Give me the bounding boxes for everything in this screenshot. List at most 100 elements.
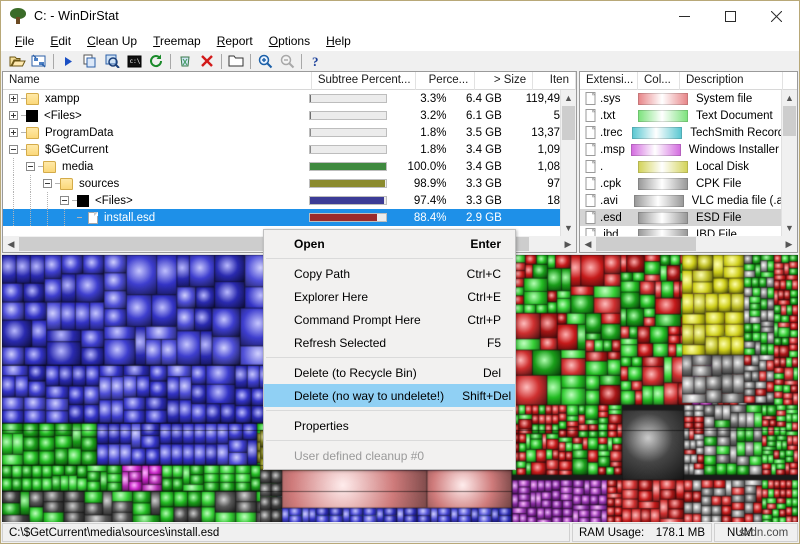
menu-item[interactable]: OpenEnter	[264, 232, 515, 255]
list-item[interactable]: .Local Disk	[580, 158, 783, 175]
expand-icon[interactable]	[9, 94, 18, 103]
ext-hscroll-thumb[interactable]	[596, 237, 696, 251]
expand-icon[interactable]	[9, 128, 18, 137]
menu-item[interactable]: Command Prompt HereCtrl+P	[264, 308, 515, 331]
explorer-here-icon[interactable]	[225, 52, 247, 71]
ext-vscroll-thumb[interactable]	[783, 106, 796, 136]
scroll-right-icon[interactable]: ▶	[560, 236, 576, 252]
refresh-icon[interactable]	[145, 52, 167, 71]
scroll-up-icon[interactable]: ▲	[782, 90, 797, 106]
zoom-out-icon[interactable]	[276, 52, 298, 71]
list-item[interactable]: .aviVLC media file (.avi)	[580, 192, 783, 209]
column-header-extension[interactable]: Extensi...	[580, 72, 638, 90]
extension-row-list[interactable]: .sysSystem file.txtText Document.trecTec…	[580, 90, 783, 236]
resume-play-icon[interactable]	[57, 52, 79, 71]
tree-name-cell[interactable]: ProgramData	[3, 124, 297, 141]
menu-item[interactable]: Refresh SelectedF5	[264, 331, 515, 354]
ext-hscroll-track[interactable]	[596, 236, 781, 252]
menu-item[interactable]: Delete (to Recycle Bin)Del	[264, 361, 515, 384]
size-cell: 3.5 GB	[453, 127, 508, 139]
menu-cleanup[interactable]: Clean Up	[79, 33, 145, 49]
expand-icon[interactable]	[9, 111, 18, 120]
tree-name-cell[interactable]: sources	[3, 175, 297, 192]
column-header-subtree[interactable]: Subtree Percent...	[312, 72, 417, 90]
recycle-bin-icon[interactable]	[174, 52, 196, 71]
context-menu[interactable]: OpenEnter Copy PathCtrl+CExplorer HereCtr…	[263, 229, 516, 470]
collapse-icon[interactable]	[60, 196, 69, 205]
table-row[interactable]: media100.0%3.4 GB1,08	[3, 158, 562, 175]
tree-name-cell[interactable]: <Files>	[3, 192, 297, 209]
table-row[interactable]: <Files>3.2%6.1 GB5	[3, 107, 562, 124]
delete-icon[interactable]	[196, 52, 218, 71]
tree-name-cell[interactable]: xampp	[3, 90, 297, 107]
collapse-icon[interactable]	[9, 145, 18, 154]
scroll-right-icon[interactable]: ▶	[781, 236, 797, 252]
scroll-left-icon[interactable]: ◀	[3, 236, 19, 252]
zoom-in-icon[interactable]	[254, 52, 276, 71]
scroll-down-icon[interactable]: ▼	[782, 220, 797, 236]
extension-label: .txt	[600, 110, 638, 122]
menu-separator	[266, 357, 513, 358]
status-bar: C:\$GetCurrent\media\sources\install.esd…	[1, 522, 799, 543]
list-item[interactable]: .txtText Document	[580, 107, 783, 124]
menu-report[interactable]: Report	[209, 33, 261, 49]
extension-vertical-scrollbar[interactable]: ▲ ▼	[781, 90, 797, 236]
table-row[interactable]: $GetCurrent1.8%3.4 GB1,09	[3, 141, 562, 158]
tree-name-cell[interactable]: media	[3, 158, 297, 175]
file-icon	[88, 212, 98, 224]
help-icon[interactable]: ?	[305, 52, 327, 71]
menu-options[interactable]: Options	[261, 33, 318, 49]
scroll-down-icon[interactable]: ▼	[561, 220, 576, 236]
command-prompt-icon[interactable]: c:\	[123, 52, 145, 71]
open-folder-icon[interactable]	[6, 52, 28, 71]
table-row[interactable]: sources98.9%3.3 GB97	[3, 175, 562, 192]
zoom-explorer-icon[interactable]	[101, 52, 123, 71]
collapse-icon[interactable]	[43, 179, 52, 188]
menu-item[interactable]: Explorer HereCtrl+E	[264, 285, 515, 308]
scroll-left-icon[interactable]: ◀	[580, 236, 596, 252]
tree-row-list[interactable]: xampp3.3%6.4 GB119,49<Files>3.2%6.1 GB5P…	[3, 90, 562, 236]
scroll-up-icon[interactable]: ▲	[561, 90, 576, 106]
select-drives-icon[interactable]	[28, 52, 50, 71]
collapse-icon[interactable]	[26, 162, 35, 171]
list-item[interactable]: .mspWindows Installer Patc	[580, 141, 783, 158]
menu-item[interactable]: Delete (no way to undelete!)Shift+Del	[264, 384, 515, 407]
tree-name-cell[interactable]: <Files>	[3, 107, 297, 124]
column-header-name[interactable]: Name	[3, 72, 312, 90]
tree-item-label: <Files>	[42, 110, 84, 122]
close-icon[interactable]	[753, 1, 799, 31]
list-item[interactable]: .cpkCPK File	[580, 175, 783, 192]
menu-edit[interactable]: Edit	[42, 33, 79, 49]
list-item[interactable]: .trecTechSmith Recording	[580, 124, 783, 141]
maximize-icon[interactable]	[707, 1, 753, 31]
extension-label: .esd	[600, 212, 638, 224]
list-item[interactable]: .ibdIBD File	[580, 226, 783, 236]
menu-item-accelerator: Shift+Del	[462, 389, 511, 403]
tree-vertical-scrollbar[interactable]: ▲ ▼	[560, 90, 576, 236]
copy-icon[interactable]	[79, 52, 101, 71]
column-header-items[interactable]: Iten	[533, 72, 576, 90]
column-header-color[interactable]: Col...	[638, 72, 680, 90]
table-row[interactable]: <Files>97.4%3.3 GB18	[3, 192, 562, 209]
minimize-icon[interactable]	[661, 1, 707, 31]
table-row[interactable]: ProgramData1.8%3.5 GB13,37	[3, 124, 562, 141]
list-item[interactable]: .esdESD File	[580, 209, 783, 226]
color-swatch	[632, 127, 682, 139]
tree-name-cell[interactable]: install.esd	[3, 209, 297, 226]
column-header-description[interactable]: Description	[680, 72, 783, 90]
menu-item[interactable]: Copy PathCtrl+C	[264, 262, 515, 285]
column-header-size[interactable]: > Size	[475, 72, 533, 90]
column-header-percent[interactable]: Perce...	[416, 72, 475, 90]
menu-file-rest: ile	[22, 34, 34, 48]
menu-item[interactable]: Properties	[264, 414, 515, 437]
extension-label: .cpk	[600, 178, 638, 190]
extension-horizontal-scrollbar[interactable]: ◀ ▶	[580, 236, 797, 252]
list-item[interactable]: .sysSystem file	[580, 90, 783, 107]
tree-vscroll-thumb[interactable]	[562, 106, 575, 140]
menu-help[interactable]: Help	[318, 33, 359, 49]
menu-treemap[interactable]: Treemap	[145, 33, 209, 49]
table-row[interactable]: install.esd88.4%2.9 GB	[3, 209, 562, 226]
menu-file[interactable]: File	[7, 33, 42, 49]
table-row[interactable]: xampp3.3%6.4 GB119,49	[3, 90, 562, 107]
tree-name-cell[interactable]: $GetCurrent	[3, 141, 297, 158]
